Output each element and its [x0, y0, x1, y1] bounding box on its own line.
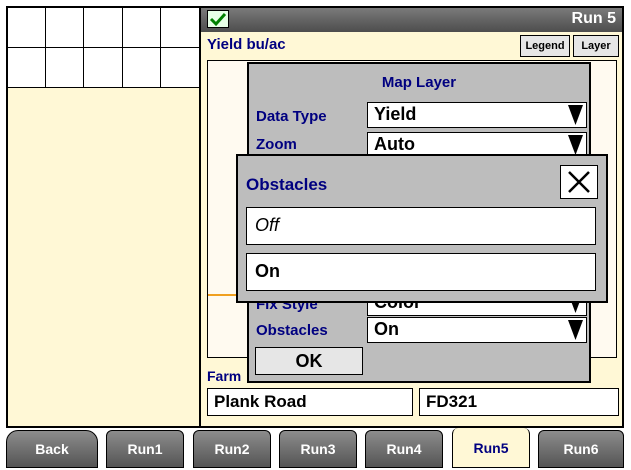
dropdown-arrow-icon [568, 135, 583, 155]
zoom-label: Zoom [256, 136, 297, 153]
farm-label: Farm [207, 368, 242, 384]
option-off[interactable]: Off [246, 207, 596, 245]
yield-label: Yield bu/ac [207, 36, 286, 53]
dropdown-arrow-icon [568, 105, 583, 125]
shortcut-slot[interactable] [8, 8, 47, 48]
shortcut-slot[interactable] [84, 48, 123, 88]
shortcut-slot[interactable] [84, 8, 123, 48]
run-title: Run 5 [571, 10, 616, 27]
obstacles-value: On [374, 319, 399, 339]
checkmark-icon [207, 10, 229, 28]
back-button[interactable]: Back [6, 430, 98, 468]
close-icon [568, 171, 590, 193]
dialog-title: Map Layer [381, 74, 457, 91]
legend-button[interactable]: Legend [520, 35, 570, 57]
option-on[interactable]: On [246, 253, 596, 291]
obstacles-label: Obstacles [256, 322, 328, 339]
shortcut-slot[interactable] [122, 48, 161, 88]
tab-run4[interactable]: Run4 [365, 430, 443, 468]
zoom-value: Auto [374, 134, 415, 154]
shortcut-slot[interactable] [46, 48, 85, 88]
farm-value[interactable]: Plank Road [207, 388, 413, 416]
shortcut-slot[interactable] [122, 8, 161, 48]
obstacles-dialog-title: Obstacles [246, 175, 328, 194]
obstacles-dropdown[interactable]: On [367, 317, 587, 343]
obstacles-dialog: Obstacles Off On [236, 154, 608, 303]
tab-run2[interactable]: Run2 [193, 430, 271, 468]
shortcut-slot[interactable] [160, 48, 199, 88]
shortcut-slot[interactable] [46, 8, 85, 48]
data-type-label: Data Type [256, 108, 327, 125]
close-button[interactable] [560, 165, 598, 199]
title-bar: Run 5 [201, 8, 622, 32]
shortcut-slot[interactable] [160, 8, 199, 48]
dropdown-arrow-icon [568, 320, 583, 340]
tab-run5[interactable]: Run5 [452, 428, 530, 468]
tab-run1[interactable]: Run1 [106, 430, 184, 468]
left-panel [6, 6, 201, 428]
shortcut-slot[interactable] [8, 48, 47, 88]
tab-run6[interactable]: Run6 [538, 430, 624, 468]
shortcut-grid [8, 8, 199, 88]
field-value[interactable]: FD321 [419, 388, 619, 416]
data-type-value: Yield [374, 104, 417, 124]
data-type-dropdown[interactable]: Yield [367, 102, 587, 128]
tab-run3[interactable]: Run3 [279, 430, 357, 468]
layer-button[interactable]: Layer [573, 35, 619, 57]
ok-button[interactable]: OK [255, 347, 363, 375]
